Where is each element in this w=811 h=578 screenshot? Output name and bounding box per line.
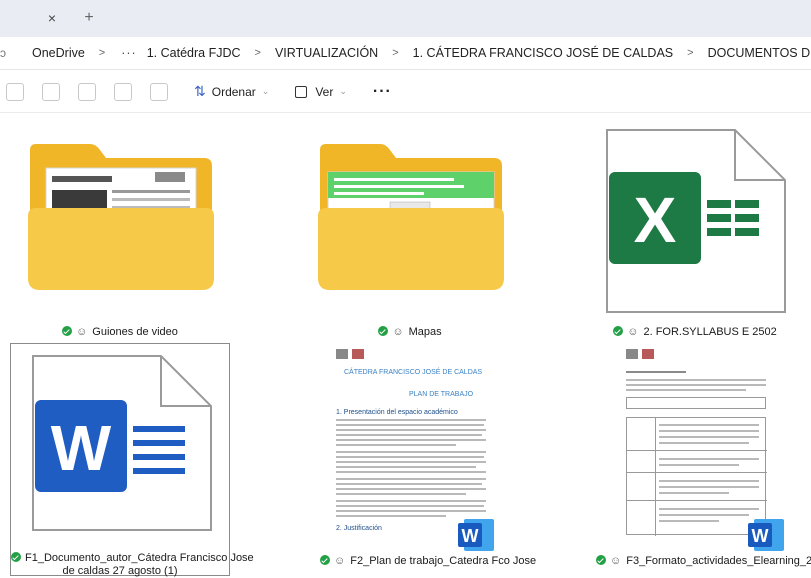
- delete-icon[interactable]: [150, 82, 168, 101]
- svg-text:W: W: [462, 526, 479, 546]
- breadcrumb-separator[interactable]: >: [245, 47, 271, 59]
- new-tab-icon[interactable]: +: [80, 9, 98, 27]
- item-label: F1_Documento_autor_Cátedra Francisco Jos…: [11, 552, 254, 578]
- item-name: 2. FOR.SYLLABUS E 2502: [643, 326, 777, 338]
- breadcrumb-catedra-fjdc-full[interactable]: 1. CÁTEDRA FRANCISCO JOSÉ DE CALDAS: [409, 46, 677, 60]
- item-name-line1: F1_Documento_autor_Cátedra Francisco Jos…: [25, 552, 254, 564]
- item-label: ☺ F3_Formato_actividades_Elearning_2025: [596, 555, 811, 568]
- sync-status-icon: [378, 326, 389, 336]
- logo-icon: [642, 349, 654, 359]
- folder-icon: [318, 144, 504, 290]
- cut-icon[interactable]: [6, 82, 24, 101]
- item-name: Mapas: [408, 326, 442, 338]
- file-for-syllabus[interactable]: X: [595, 128, 795, 328]
- sync-status-icon: [613, 326, 624, 336]
- excel-file-icon: X: [606, 129, 786, 313]
- logo-icon: [352, 349, 364, 359]
- document-preview: [624, 347, 774, 543]
- logo-icon: [626, 349, 638, 359]
- folder-guiones-de-video[interactable]: [20, 128, 220, 328]
- preview-section: 1. Presentación del espacio académico: [336, 409, 458, 416]
- paste-icon[interactable]: [78, 82, 96, 101]
- word-letter: W: [51, 412, 112, 484]
- item-label: ☺ 2. FOR.SYLLABUS E 2502: [595, 326, 795, 339]
- sort-icon: ⇅: [194, 83, 206, 99]
- breadcrumb: ͻ OneDrive > ··· 1. Catédra FJDC > VIRTU…: [0, 37, 811, 70]
- file-f2-plan-de-trabajo[interactable]: CÁTEDRA FRANCISCO JOSÉ DE CALDAS PLAN DE…: [320, 343, 510, 551]
- item-name: F2_Plan de trabajo_Catedra Fco Jose: [350, 555, 537, 567]
- logo-icon: [336, 349, 348, 359]
- preview-subheading: PLAN DE TRABAJO: [409, 391, 474, 398]
- file-f1-documento-autor[interactable]: W F1_Documento_autor_Cátedra Francisco J…: [10, 343, 254, 578]
- shared-icon: ☺: [392, 326, 404, 338]
- folder-icon: [28, 144, 214, 290]
- sort-button[interactable]: ⇅ Ordenar ⌄: [194, 83, 269, 100]
- breadcrumb-onedrive[interactable]: OneDrive: [28, 46, 89, 60]
- view-icon: [295, 85, 308, 98]
- close-tab-icon[interactable]: ×: [44, 10, 60, 26]
- view-button[interactable]: Ver ⌄: [295, 85, 347, 99]
- item-name: F3_Formato_actividades_Elearning_2025: [626, 555, 811, 567]
- item-name-line2: de caldas 27 agosto (1): [62, 565, 178, 577]
- breadcrumb-more[interactable]: ···: [115, 46, 143, 60]
- word-badge-icon: W: [458, 519, 494, 551]
- copy-icon[interactable]: [42, 82, 60, 101]
- breadcrumb-separator[interactable]: >: [89, 47, 115, 59]
- breadcrumb-documentos-autor[interactable]: DOCUMENTOS DE AUTOR: [704, 46, 811, 60]
- document-preview: CÁTEDRA FRANCISCO JOSÉ DE CALDAS PLAN DE…: [334, 347, 494, 543]
- share-icon[interactable]: [114, 82, 132, 101]
- sync-status-icon: [320, 555, 330, 565]
- sync-status-icon: [62, 326, 73, 336]
- breadcrumb-separator[interactable]: >: [677, 47, 703, 59]
- more-options-icon[interactable]: ···: [373, 83, 392, 101]
- sync-status-icon: [11, 552, 21, 562]
- item-label: ☺ Guiones de video: [20, 326, 220, 339]
- sync-status-icon: [596, 555, 606, 565]
- preview-table: [626, 417, 767, 536]
- shared-icon: ☺: [334, 555, 346, 567]
- excel-letter: X: [634, 184, 677, 256]
- shared-icon: ☺: [76, 326, 88, 338]
- chevron-down-icon: ⌄: [339, 86, 347, 96]
- word-file-icon: W: [32, 355, 212, 531]
- tab-strip: × +: [0, 0, 811, 37]
- word-badge-icon: W: [748, 519, 784, 551]
- back-icon[interactable]: ͻ: [0, 46, 6, 60]
- sort-label: Ordenar: [211, 84, 256, 99]
- command-toolbar: ⇅ Ordenar ⌄ Ver ⌄ ···: [0, 71, 811, 113]
- shared-icon: ☺: [610, 555, 622, 567]
- shared-icon: ☺: [627, 326, 639, 338]
- preview-heading: CÁTEDRA FRANCISCO JOSÉ DE CALDAS: [344, 369, 483, 376]
- folder-mapas[interactable]: [310, 128, 510, 328]
- svg-text:W: W: [752, 526, 769, 546]
- breadcrumb-virtualizacion[interactable]: VIRTUALIZACIÓN: [271, 46, 382, 60]
- breadcrumb-catedra-fjdc[interactable]: 1. Catédra FJDC: [143, 46, 245, 60]
- breadcrumb-separator[interactable]: >: [382, 47, 408, 59]
- item-label: ☺ Mapas: [310, 326, 510, 339]
- item-label: ☺ F2_Plan de trabajo_Catedra Fco Jose: [320, 555, 536, 568]
- file-f3-formato-actividades[interactable]: W: [610, 343, 800, 551]
- preview-section: 2. Justificación: [336, 525, 382, 532]
- item-name: Guiones de video: [92, 326, 178, 338]
- chevron-down-icon: ⌄: [261, 86, 270, 96]
- view-label: Ver: [315, 84, 334, 99]
